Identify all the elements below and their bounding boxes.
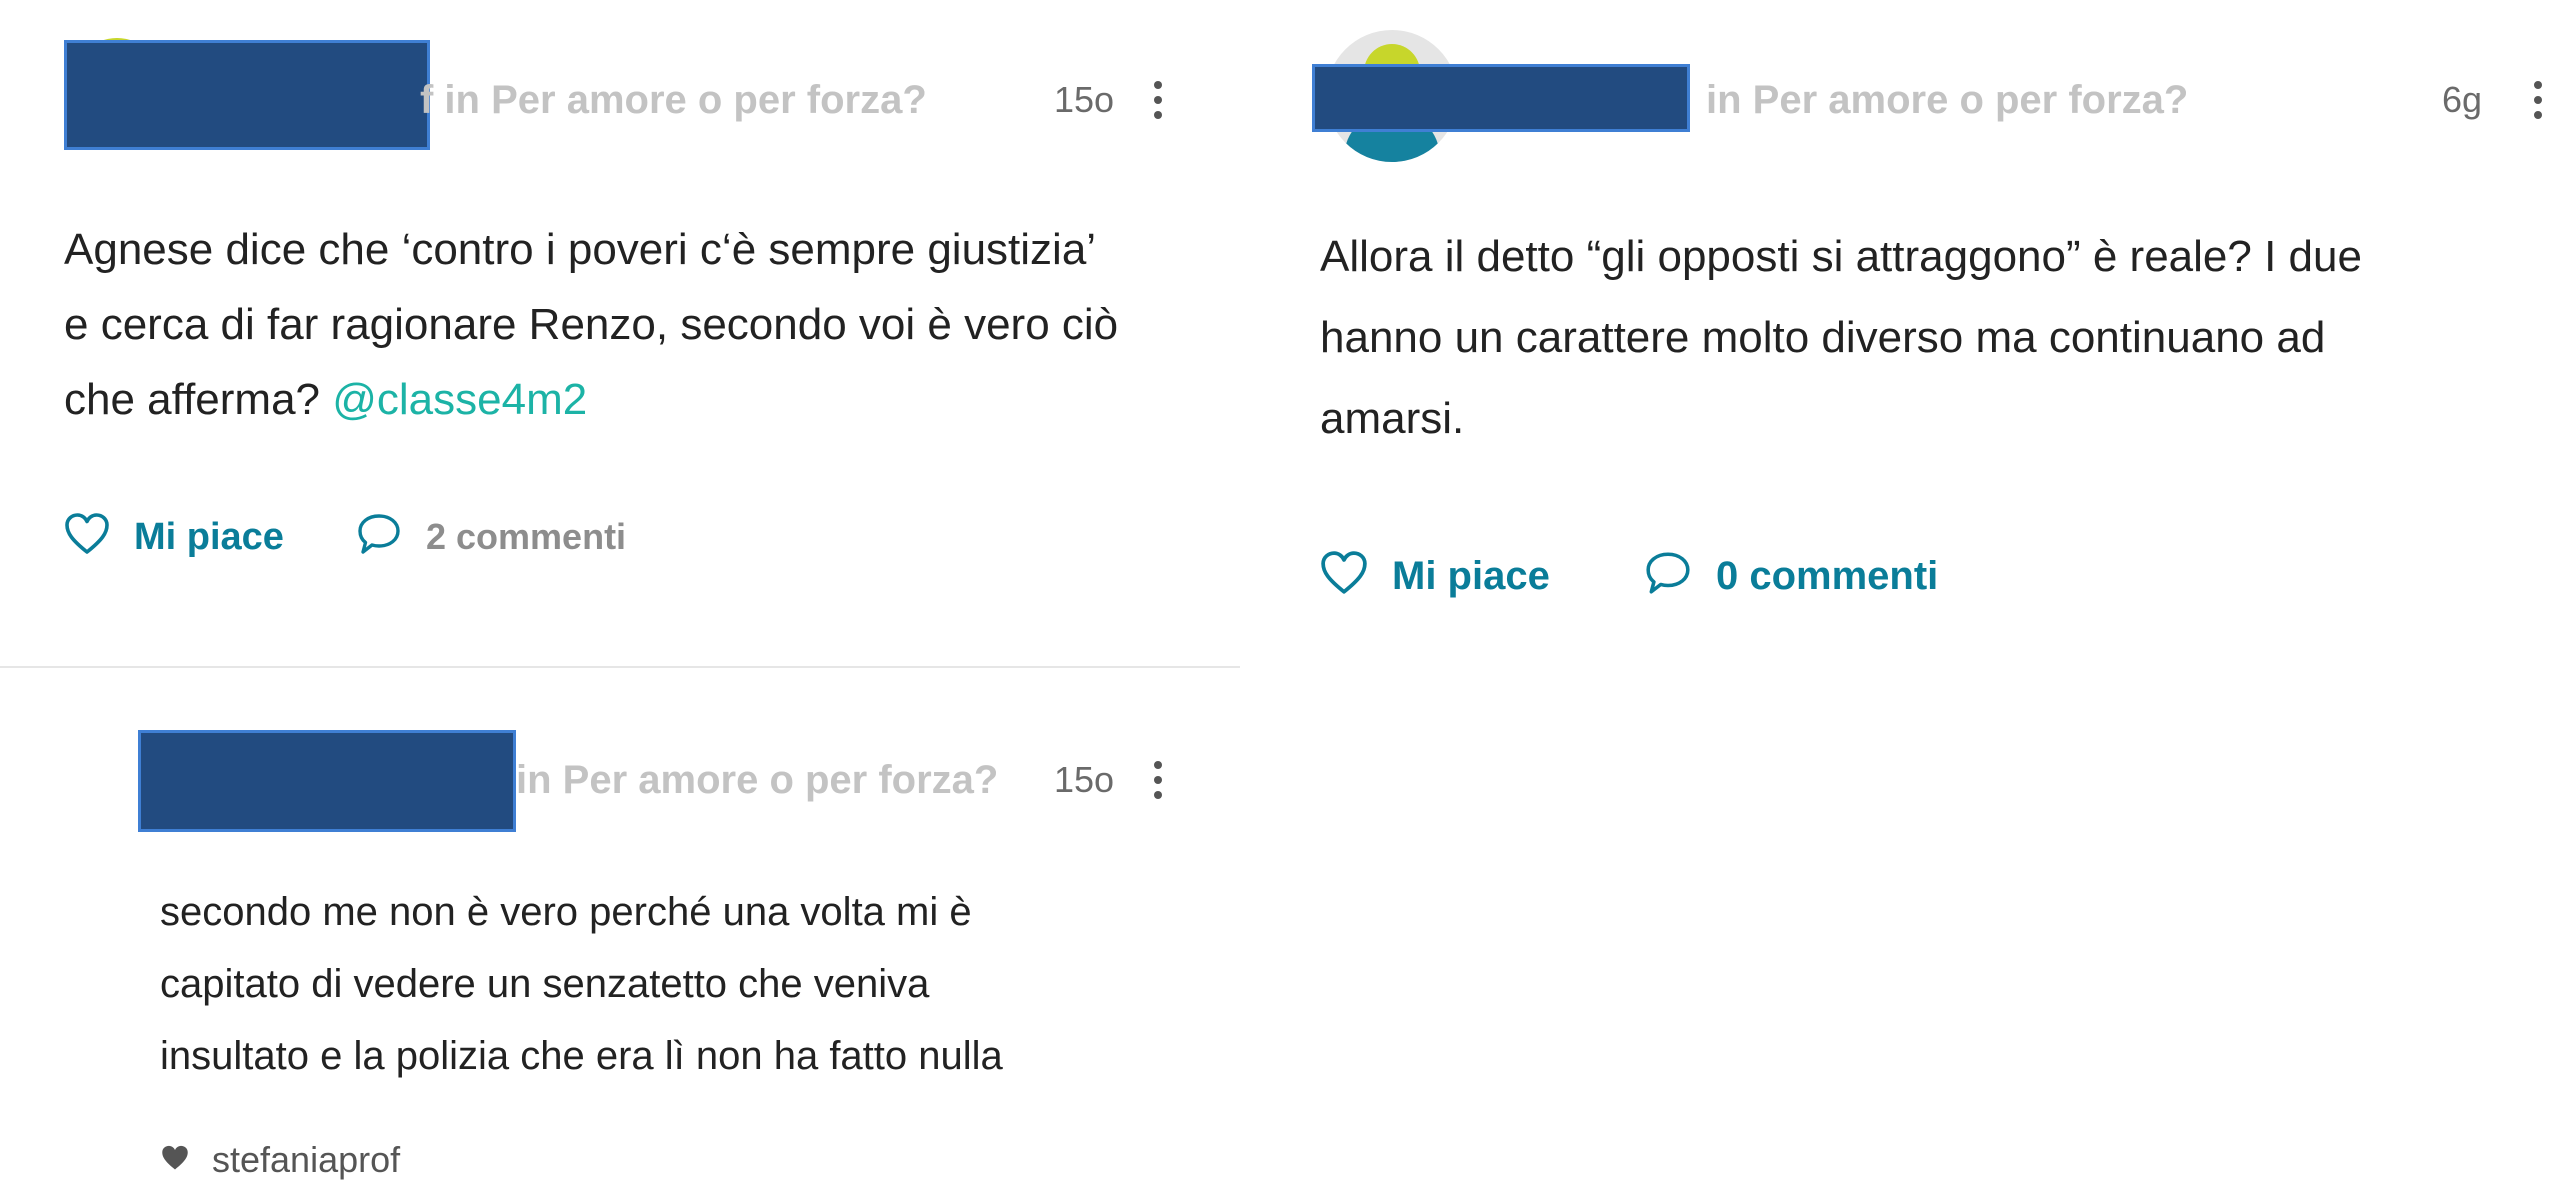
dot [1154, 81, 1162, 89]
post-timestamp: 15o [1054, 79, 1115, 120]
dot [2534, 81, 2542, 89]
like-label: Mi piace [134, 515, 284, 558]
speech-bubble-icon [1644, 550, 1692, 601]
post-group-label[interactable]: f in Per amore o per forza? [420, 76, 927, 124]
feed-page: f in Per amore o per forza? 15o Agnese d… [0, 0, 2576, 1194]
post-body: Agnese dice che ‘contro i poveri c‘è sem… [64, 212, 1118, 437]
mention-link[interactable]: @classe4m2 [332, 375, 587, 424]
dot [1154, 791, 1162, 799]
like-button[interactable]: Mi piace [1320, 550, 1550, 601]
dot [1154, 776, 1162, 784]
reply-body-line: insultato e la polizia che era lì non ha… [160, 1034, 1003, 1078]
post-body-line: e cerca di far ragionare Renzo, secondo … [64, 300, 1119, 349]
liked-by-username[interactable]: stefaniaprof [212, 1138, 400, 1182]
more-options-button[interactable] [1146, 756, 1170, 804]
comments-label: 2 commenti [426, 515, 627, 557]
post-body-line: che afferma? @classe4m2 [64, 362, 1118, 437]
heart-filled-icon [160, 1144, 190, 1177]
post-timestamp: 6g [2442, 79, 2483, 120]
speech-bubble-icon [356, 512, 402, 561]
redacted-author-name [138, 730, 516, 832]
reply-group-label[interactable]: in Per amore o per forza? [516, 756, 998, 804]
comments-label: 0 commenti [1716, 553, 1939, 598]
redacted-author-name [1312, 64, 1690, 132]
reply-liked-by: stefaniaprof [160, 1138, 400, 1182]
post-header: in Per amore o per forza? 6g [1312, 30, 2576, 162]
reply-body: secondo me non è vero perché una volta m… [160, 876, 1003, 1092]
comments-button[interactable]: 2 commenti [356, 512, 626, 561]
more-options-button[interactable] [1146, 76, 1170, 124]
post-body-line: Allora il detto “gli opposti si attraggo… [1320, 232, 2362, 281]
reply-body-line: capitato di vedere un senzatetto che ven… [160, 962, 930, 1006]
heart-outline-icon [64, 512, 110, 561]
post-body-line: amarsi. [1320, 394, 1465, 443]
reply-timestamp: 15o [1054, 759, 1115, 800]
comments-button[interactable]: 0 commenti [1644, 550, 1938, 601]
post-body-text: che afferma? [64, 375, 333, 424]
reply-body-line: secondo me non è vero perché una volta m… [160, 890, 972, 934]
reply-header: in Per amore o per forza? 15o [0, 730, 1240, 832]
post-body-line: Agnese dice che ‘contro i poveri c‘è sem… [64, 225, 1097, 274]
dot [2534, 96, 2542, 104]
dot [1154, 96, 1162, 104]
post-group-label[interactable]: in Per amore o per forza? [1706, 76, 2188, 124]
post-body-line: hanno un carattere molto diverso ma cont… [1320, 313, 2326, 362]
redacted-author-name [64, 40, 430, 150]
heart-outline-icon [1320, 550, 1368, 601]
dot [1154, 761, 1162, 769]
post-header: f in Per amore o per forza? 15o [0, 38, 1240, 150]
post-body: Allora il detto “gli opposti si attraggo… [1320, 216, 2362, 459]
dot [1154, 111, 1162, 119]
like-label: Mi piace [1392, 553, 1550, 598]
like-button[interactable]: Mi piace [64, 512, 284, 561]
more-options-button[interactable] [2526, 76, 2550, 124]
dot [2534, 111, 2542, 119]
section-divider [0, 666, 1240, 668]
